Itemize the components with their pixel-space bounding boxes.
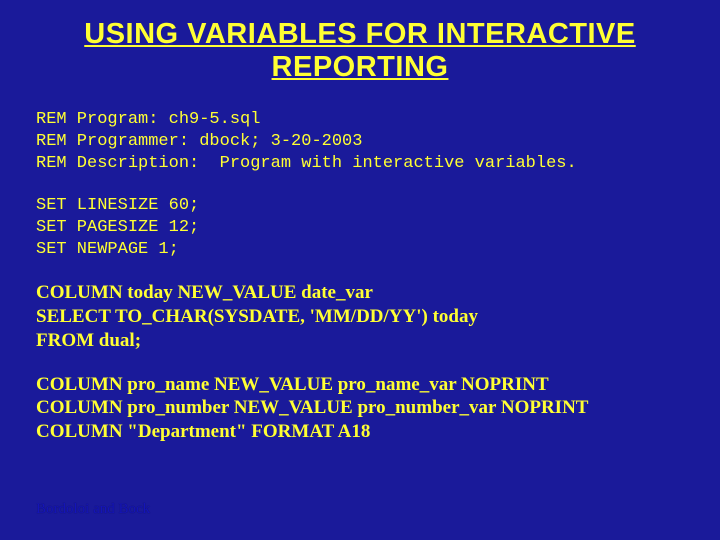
slide-title: USING VARIABLES FOR INTERACTIVE REPORTIN…: [56, 18, 664, 85]
code-block-column-today: COLUMN today NEW_VALUE date_var SELECT T…: [36, 281, 684, 352]
slide: USING VARIABLES FOR INTERACTIVE REPORTIN…: [0, 0, 720, 540]
code-block-column-pro: COLUMN pro_name NEW_VALUE pro_name_var N…: [36, 373, 684, 444]
code-block-set: SET LINESIZE 60; SET PAGESIZE 12; SET NE…: [36, 195, 684, 261]
code-block-rem: REM Program: ch9-5.sql REM Programmer: d…: [36, 109, 684, 175]
footer-credit: Bordoloi and Bock: [36, 501, 150, 518]
